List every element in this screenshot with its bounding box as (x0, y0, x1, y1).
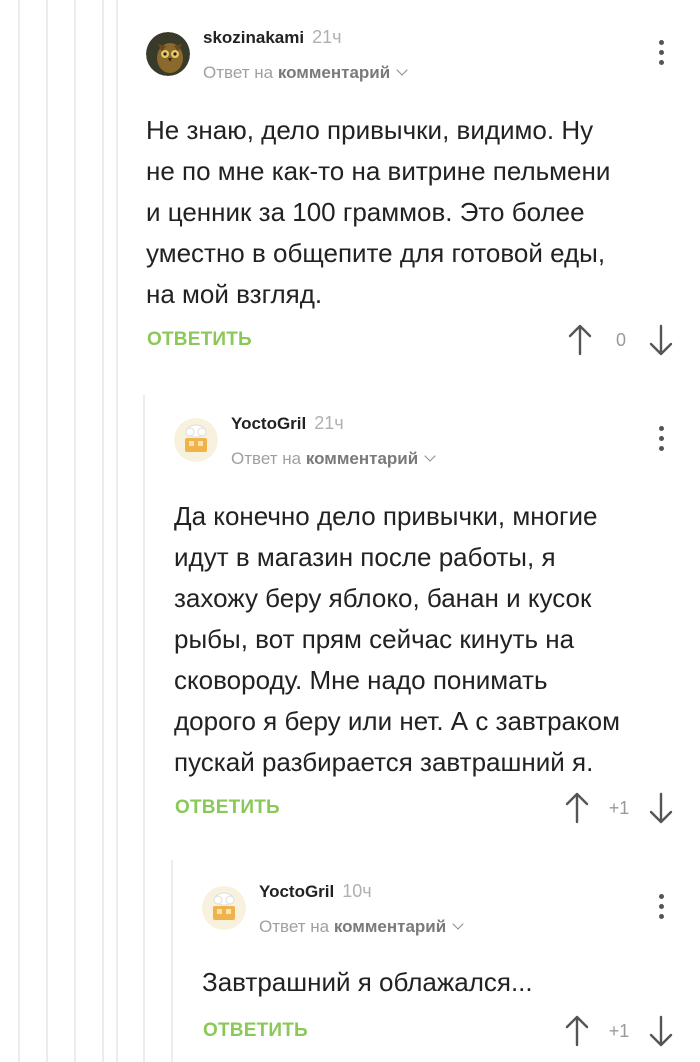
reply-prefix: Ответ на (259, 917, 330, 936)
author-label[interactable]: YoctoGril (259, 882, 334, 901)
chef-avatar-icon (202, 886, 246, 930)
comment: YoctoGril 10ч Ответ на комментарий Завтра… (0, 0, 700, 1062)
upvote-icon[interactable] (564, 1015, 590, 1047)
author-name[interactable]: YoctoGril 10ч (259, 881, 372, 902)
reply-target-link[interactable]: комментарий (334, 917, 446, 936)
chevron-down-icon[interactable] (452, 918, 464, 930)
score: +1 (608, 1021, 630, 1041)
comment-text: Завтрашний я облажался... (202, 967, 533, 997)
reply-button[interactable]: ОТВЕТИТЬ (203, 1020, 308, 1042)
avatar[interactable] (202, 886, 246, 930)
downvote-icon[interactable] (648, 1015, 674, 1047)
reply-to[interactable]: Ответ на комментарий (259, 917, 464, 937)
more-options-icon[interactable] (650, 891, 674, 925)
timestamp: 10ч (342, 881, 372, 901)
